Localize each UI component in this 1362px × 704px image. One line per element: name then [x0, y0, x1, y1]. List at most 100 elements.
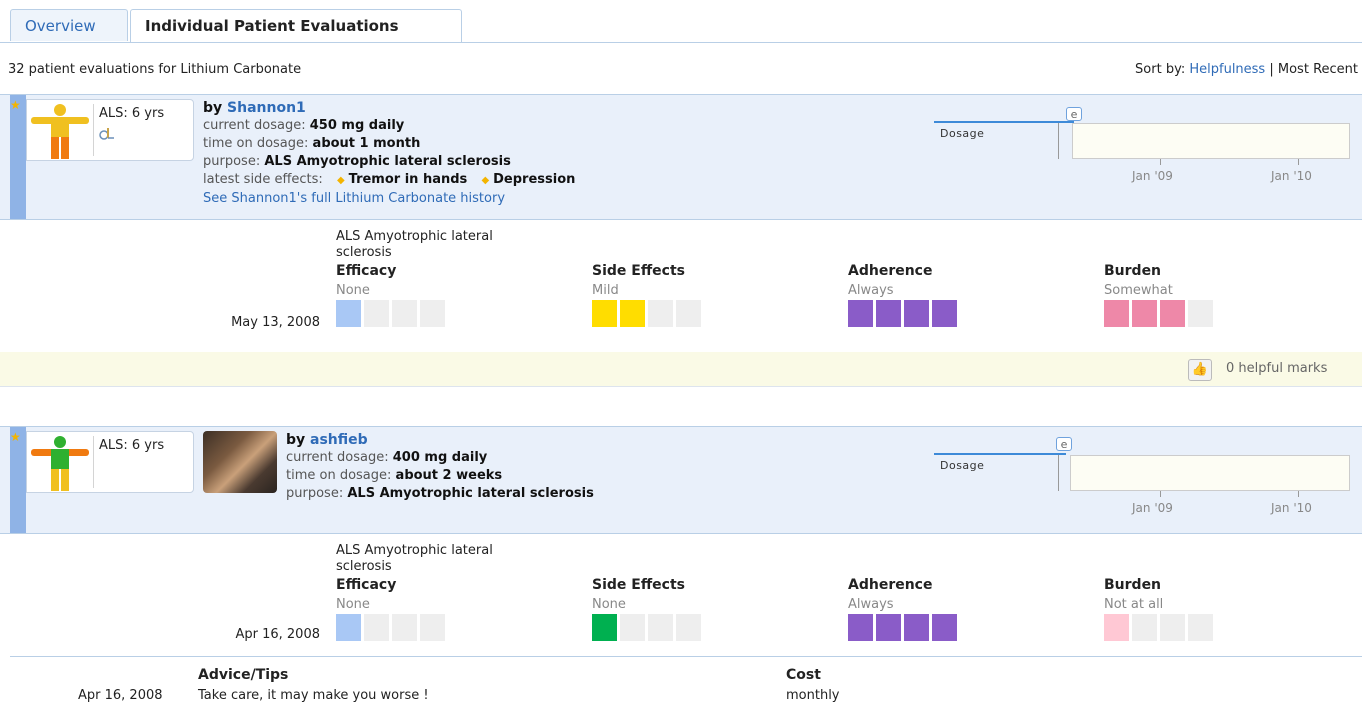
- field-value: ALS Amyotrophic lateral sclerosis: [347, 486, 594, 501]
- year-label: Jan '09: [1132, 169, 1173, 183]
- rating-bar-segment: [1132, 300, 1157, 327]
- condition-name: ALS Amyotrophic lateral sclerosis: [336, 229, 493, 260]
- rating-title: Adherence: [848, 577, 933, 593]
- timeline-tick: [1298, 159, 1299, 165]
- dosage-label: Dosage: [940, 127, 985, 140]
- user-avatar[interactable]: [203, 431, 277, 493]
- field-label: current dosage:: [203, 118, 306, 133]
- evaluation-date: May 13, 2008: [231, 315, 320, 330]
- rating-value: Somewhat: [1104, 283, 1173, 298]
- rating-value: Not at all: [1104, 597, 1164, 612]
- field-value: 400 mg daily: [392, 450, 488, 465]
- sort-helpfulness-link[interactable]: Helpfulness: [1189, 62, 1265, 77]
- side-effects-label: latest side effects:: [203, 172, 323, 187]
- rating-value: None: [336, 597, 370, 612]
- history-link[interactable]: See Shannon1's full Lithium Carbonate hi…: [203, 191, 505, 206]
- patient-card[interactable]: ALS: 6 yrs: [26, 99, 194, 161]
- evaluation-marker[interactable]: e: [1066, 107, 1082, 121]
- section-divider: [10, 656, 1362, 657]
- rating-strip: [10, 95, 26, 219]
- rating-bar-segment: [1160, 300, 1185, 327]
- rating-title: Side Effects: [592, 263, 685, 279]
- rating-bars: [336, 300, 448, 327]
- rating-bars: [592, 300, 704, 327]
- tab-individual-patient-evaluations[interactable]: Individual Patient Evaluations: [130, 9, 462, 42]
- rating-bar-segment: [876, 614, 901, 641]
- patient-card[interactable]: ALS: 6 yrs: [26, 431, 194, 493]
- sort-controls: Sort by: Helpfulness | Most Recent: [1135, 62, 1358, 77]
- rating-bars: [1104, 300, 1216, 327]
- timeline-box: [1072, 123, 1350, 159]
- diamond-icon: ◆: [336, 175, 345, 186]
- advice-date: Apr 16, 2008: [78, 688, 163, 703]
- dosage-line: [934, 453, 1066, 455]
- helpful-bar: 👍 0 helpful marks: [0, 352, 1362, 387]
- user-link[interactable]: ashfieb: [310, 432, 368, 448]
- year-label: Jan '10: [1271, 169, 1312, 183]
- sort-separator: |: [1269, 62, 1274, 77]
- rating-side-effects: Side Effects None: [592, 577, 704, 641]
- field-label: current dosage:: [286, 450, 389, 465]
- rating-bar-segment: [1188, 614, 1213, 641]
- condition-badge: ALS: 6 yrs: [99, 438, 165, 453]
- star-icon: ★: [10, 98, 21, 112]
- rating-bar-segment: [676, 614, 701, 641]
- field-value: about 2 weeks: [395, 468, 503, 483]
- rating-bar-segment: [392, 614, 417, 641]
- rating-burden: Burden Not at all: [1104, 577, 1216, 641]
- evaluation-date: Apr 16, 2008: [235, 627, 320, 642]
- tab-overview[interactable]: Overview: [10, 9, 128, 41]
- card-divider: [93, 436, 94, 488]
- rating-bar-segment: [848, 614, 873, 641]
- rating-efficacy: Efficacy None: [336, 577, 448, 641]
- dosage-timeline: e Dosage Jan '09 Jan '10: [930, 107, 1350, 207]
- year-label: Jan '09: [1132, 501, 1173, 515]
- rating-bars: [848, 614, 960, 641]
- patient-figure-icon: [31, 436, 89, 491]
- rating-bar-segment: [1104, 300, 1129, 327]
- rating-bar-segment: [904, 614, 929, 641]
- sort-label: Sort by:: [1135, 62, 1186, 77]
- rating-value: Mild: [592, 283, 619, 298]
- timeline-tick: [1298, 491, 1299, 497]
- evaluation-info: by Shannon1 current dosage: 450 mg daily…: [203, 99, 575, 208]
- rating-bar-segment: [676, 300, 701, 327]
- rating-side-effects: Side Effects Mild: [592, 263, 704, 327]
- thumbs-up-icon[interactable]: 👍: [1188, 359, 1212, 381]
- timeline-tick: [1058, 455, 1059, 491]
- year-label: Jan '10: [1271, 501, 1312, 515]
- rating-bar-segment: [904, 300, 929, 327]
- rating-bar-segment: [1188, 300, 1213, 327]
- rating-bar-segment: [1104, 614, 1129, 641]
- advice-text: Take care, it may make you worse !: [198, 688, 429, 703]
- rating-bar-segment: [364, 614, 389, 641]
- rating-bar-segment: [420, 614, 445, 641]
- timeline-box: [1070, 455, 1350, 491]
- evaluation-marker[interactable]: e: [1056, 437, 1072, 451]
- rating-bar-segment: [648, 300, 673, 327]
- rating-bars: [848, 300, 960, 327]
- rating-adherence: Adherence Always: [848, 577, 960, 641]
- rating-value: Always: [848, 283, 894, 298]
- rating-adherence: Adherence Always: [848, 263, 960, 327]
- rating-bar-segment: [848, 300, 873, 327]
- evaluation-info: by ashfieb current dosage: 400 mg daily …: [286, 431, 594, 503]
- rating-bar-segment: [420, 300, 445, 327]
- rating-bar-segment: [392, 300, 417, 327]
- field-value: ALS Amyotrophic lateral sclerosis: [264, 154, 511, 169]
- rating-bar-segment: [336, 614, 361, 641]
- rating-bar-segment: [876, 300, 901, 327]
- by-prefix: by: [286, 432, 306, 448]
- evaluation-count: 32 patient evaluations for Lithium Carbo…: [8, 62, 302, 77]
- tab-bar: Overview Individual Patient Evaluations: [0, 0, 1362, 43]
- side-effect: Depression: [493, 172, 576, 187]
- rating-efficacy: Efficacy None: [336, 263, 448, 327]
- rating-bar-segment: [1160, 614, 1185, 641]
- field-label: purpose:: [286, 486, 344, 501]
- star-icon: ★: [10, 430, 21, 444]
- helpful-marks: 0 helpful marks: [1226, 361, 1328, 376]
- sort-most-recent-link[interactable]: Most Recent: [1278, 62, 1358, 77]
- field-label: time on dosage:: [286, 468, 392, 483]
- card-divider: [93, 104, 94, 156]
- user-link[interactable]: Shannon1: [227, 100, 306, 116]
